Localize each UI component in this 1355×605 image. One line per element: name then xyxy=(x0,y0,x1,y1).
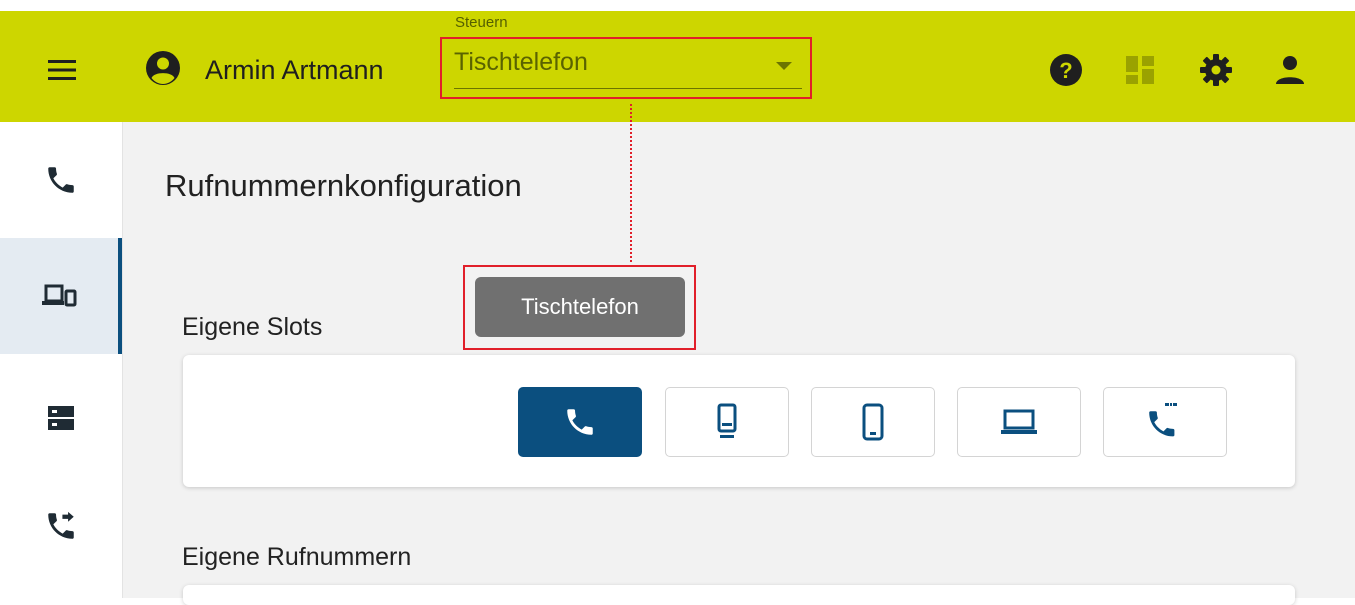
slot-button-mobile-phone[interactable] xyxy=(811,387,935,457)
phone-icon xyxy=(48,167,74,193)
slot-button-desk-phone[interactable] xyxy=(665,387,789,457)
mobile-phone-icon xyxy=(862,403,884,441)
user-name: Armin Artmann xyxy=(205,55,384,85)
laptop-icon xyxy=(1001,409,1037,434)
sidebar-item-call-forwarding[interactable] xyxy=(0,468,122,584)
sidebar xyxy=(0,122,123,598)
sidebar-item-phone[interactable] xyxy=(0,122,122,238)
dashboard-icon xyxy=(1126,56,1154,84)
help-icon: ? xyxy=(1050,54,1082,86)
person-icon xyxy=(1276,56,1304,84)
slot-button-phone[interactable] xyxy=(518,387,642,457)
numbers-card xyxy=(183,585,1295,605)
tooltip: Tischtelefon xyxy=(475,277,685,337)
gear-icon xyxy=(1200,54,1232,86)
page-title: Rufnummernkonfiguration xyxy=(165,168,522,203)
desk-phone-icon xyxy=(717,403,737,438)
dashboard-button[interactable] xyxy=(1120,50,1160,90)
slot-button-sip-phone[interactable] xyxy=(1103,387,1227,457)
control-select[interactable]: Tischtelefon xyxy=(454,44,802,89)
phone-icon xyxy=(567,409,593,435)
account-circle-icon xyxy=(146,51,180,85)
sip-phone-icon xyxy=(1149,403,1177,437)
section-title-slots: Eigene Slots xyxy=(182,313,323,341)
top-strip xyxy=(0,0,1355,11)
call-forward-icon xyxy=(48,511,74,539)
control-select-value: Tischtelefon xyxy=(454,48,588,76)
help-button[interactable]: ? xyxy=(1046,50,1086,90)
sidebar-item-devices[interactable] xyxy=(0,238,122,354)
section-title-numbers: Eigene Rufnummern xyxy=(182,543,412,571)
svg-text:?: ? xyxy=(1059,58,1072,83)
callout-connector xyxy=(630,104,632,262)
menu-icon xyxy=(48,60,76,80)
settings-button[interactable] xyxy=(1196,50,1236,90)
devices-icon xyxy=(42,284,77,307)
server-icon xyxy=(48,406,74,430)
menu-button[interactable] xyxy=(40,50,84,90)
control-select-label: Steuern xyxy=(455,14,508,31)
chevron-down-icon xyxy=(776,62,792,70)
sidebar-item-servers[interactable] xyxy=(0,360,122,476)
slot-button-laptop[interactable] xyxy=(957,387,1081,457)
profile-button[interactable] xyxy=(1270,50,1310,90)
